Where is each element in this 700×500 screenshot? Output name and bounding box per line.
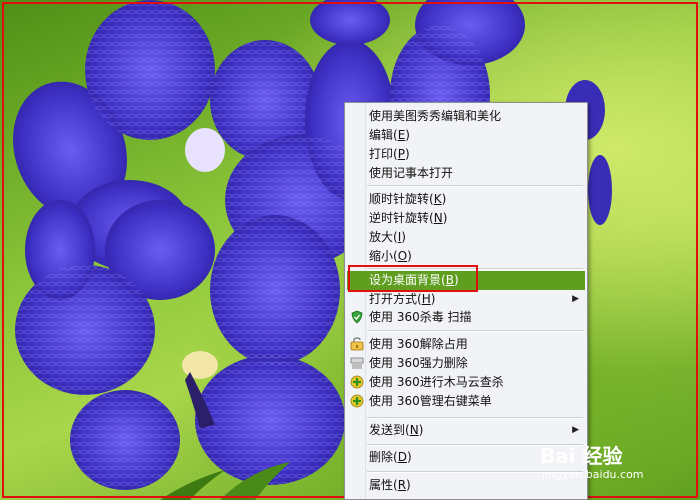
menu-item-360-manage-context-menu[interactable]: 使用 360管理右键菜单 bbox=[347, 392, 585, 411]
menu-item-open-with[interactable]: 打开方式(H) ▶ bbox=[347, 290, 585, 309]
accelerator-key: N bbox=[433, 211, 443, 225]
menu-item-360-trojan-cloud-scan[interactable]: 使用 360进行木马云查杀 bbox=[347, 373, 585, 392]
accelerator-key: I bbox=[397, 230, 402, 244]
accelerator-key: H bbox=[421, 292, 431, 306]
menu-item-zoom-in[interactable]: 放大(I) bbox=[347, 228, 585, 247]
360-plus-icon bbox=[350, 375, 364, 389]
accelerator-key: P bbox=[397, 147, 405, 161]
accelerator-key: B bbox=[445, 273, 454, 287]
menu-separator bbox=[367, 268, 583, 270]
accelerator-key: K bbox=[433, 192, 442, 206]
menu-item-edit-with-meitu[interactable]: 使用美图秀秀编辑和美化 bbox=[347, 107, 585, 126]
menu-item-360-force-delete[interactable]: 使用 360强力删除 bbox=[347, 354, 585, 373]
accelerator-key: O bbox=[397, 249, 408, 263]
menu-item-rotate-counterclockwise[interactable]: 逆时针旋转(N) bbox=[347, 209, 585, 228]
menu-item-print[interactable]: 打印(P) bbox=[347, 145, 585, 164]
shred-icon bbox=[350, 356, 364, 370]
menu-item-open-with-notepad[interactable]: 使用记事本打开 bbox=[347, 164, 585, 183]
menu-item-360-unlock[interactable]: 使用 360解除占用 bbox=[347, 335, 585, 354]
menu-item-rotate-clockwise[interactable]: 顺时针旋转(K) bbox=[347, 190, 585, 209]
menu-separator bbox=[367, 330, 583, 332]
accelerator-key: D bbox=[397, 450, 407, 464]
menu-item-edit[interactable]: 编辑(E) bbox=[347, 126, 585, 145]
unlock-icon bbox=[350, 337, 364, 351]
menu-item-360-antivirus-scan[interactable]: 使用 360杀毒 扫描 bbox=[347, 308, 585, 327]
menu-separator bbox=[367, 417, 583, 419]
watermark-site: jingyan.baidu.com bbox=[542, 468, 644, 481]
360-shield-icon bbox=[350, 310, 364, 324]
accelerator-key: N bbox=[409, 423, 419, 437]
baidu-jingyan-watermark: Bai 经验 jingyan.baidu.com bbox=[540, 440, 690, 490]
orchid-lower bbox=[15, 200, 345, 490]
menu-separator bbox=[367, 185, 583, 187]
menu-item-zoom-out[interactable]: 缩小(O) bbox=[347, 247, 585, 266]
accelerator-key: R bbox=[397, 478, 407, 492]
menu-item-send-to[interactable]: 发送到(N) ▶ bbox=[347, 421, 585, 440]
watermark-logo: Bai 经验 bbox=[540, 444, 623, 468]
submenu-arrow-icon: ▶ bbox=[572, 425, 579, 435]
desktop-wallpaper: 使用美图秀秀编辑和美化 编辑(E) 打印(P) 使用记事本打开 顺时针旋转(K)… bbox=[0, 0, 700, 500]
menu-item-set-as-desktop-background[interactable]: 设为桌面背景(B) bbox=[347, 271, 585, 290]
accelerator-key: E bbox=[397, 128, 406, 142]
submenu-arrow-icon: ▶ bbox=[572, 294, 579, 304]
360-plus-icon bbox=[350, 394, 364, 408]
